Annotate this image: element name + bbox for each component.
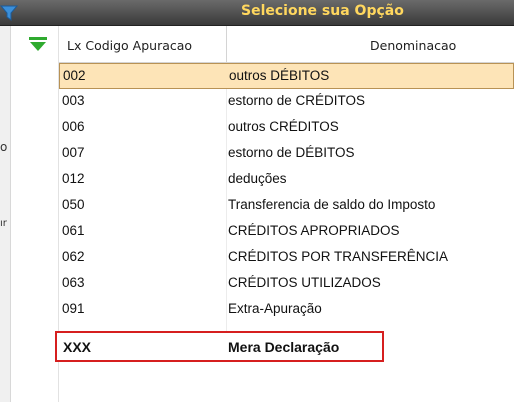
- row-name: outros CRÉDITOS: [228, 119, 339, 134]
- table-row[interactable]: 012 deduções: [59, 167, 514, 193]
- table-row[interactable]: 007 estorno de DÉBITOS: [59, 141, 514, 167]
- highlighted-row-name: Mera Declaração: [228, 339, 340, 355]
- row-indicator-gutter: [12, 26, 59, 402]
- table-row[interactable]: 050 Transferencia de saldo do Imposto: [59, 193, 514, 219]
- row-name: CRÉDITOS UTILIZADOS: [228, 275, 381, 290]
- table-row[interactable]: 061 CRÉDITOS APROPRIADOS: [59, 219, 514, 245]
- highlighted-row[interactable]: XXX Mera Declaração: [55, 331, 384, 362]
- highlighted-row-code: XXX: [63, 339, 92, 355]
- row-code: 063: [62, 275, 85, 290]
- row-name: Extra-Apuração: [228, 301, 322, 316]
- row-name: deduções: [228, 171, 287, 186]
- grid-header: Lx Codigo Apuracao Denominacao: [59, 26, 514, 63]
- left-window-edge: o ır: [0, 0, 11, 402]
- row-name: Transferencia de saldo do Imposto: [228, 197, 436, 212]
- row-code: 007: [62, 145, 85, 160]
- row-code: 061: [62, 223, 85, 238]
- table-row-selected[interactable]: 002 outros DÉBITOS: [59, 63, 514, 89]
- table-row[interactable]: 091 Extra-Apuração: [59, 297, 514, 323]
- row-name: estorno de CRÉDITOS: [228, 93, 366, 108]
- row-code: 003: [62, 93, 85, 108]
- row-name: outros DÉBITOS: [229, 68, 330, 83]
- column-header-name[interactable]: Denominacao: [227, 26, 514, 62]
- column-header-code-label: Lx Codigo Apuracao: [67, 38, 193, 53]
- row-name: CRÉDITOS APROPRIADOS: [228, 223, 400, 238]
- table-row[interactable]: 062 CRÉDITOS POR TRANSFERÊNCIA: [59, 245, 514, 271]
- column-header-code[interactable]: Lx Codigo Apuracao: [59, 26, 227, 62]
- grid-rows: 002 outros DÉBITOS 003 estorno de CRÉDIT…: [59, 63, 514, 323]
- title-bar: Selecione sua Opção: [0, 0, 514, 26]
- table-row[interactable]: 006 outros CRÉDITOS: [59, 115, 514, 141]
- row-code: 091: [62, 301, 85, 316]
- row-code: 012: [62, 171, 85, 186]
- filter-icon[interactable]: [0, 4, 18, 22]
- window-title: Selecione sua Opção: [241, 3, 404, 19]
- row-code: 062: [62, 249, 85, 264]
- left-edge-text-1: o: [0, 140, 8, 154]
- row-code: 050: [62, 197, 85, 212]
- column-header-name-label: Denominacao: [370, 38, 457, 53]
- table-row[interactable]: 063 CRÉDITOS UTILIZADOS: [59, 271, 514, 297]
- row-name: estorno de DÉBITOS: [228, 145, 355, 160]
- sort-down-icon[interactable]: [28, 36, 48, 52]
- row-name: CRÉDITOS POR TRANSFERÊNCIA: [228, 249, 449, 264]
- table-row[interactable]: 003 estorno de CRÉDITOS: [59, 89, 514, 115]
- row-code: 002: [63, 68, 86, 83]
- left-edge-text-2: ır: [0, 218, 7, 229]
- row-code: 006: [62, 119, 85, 134]
